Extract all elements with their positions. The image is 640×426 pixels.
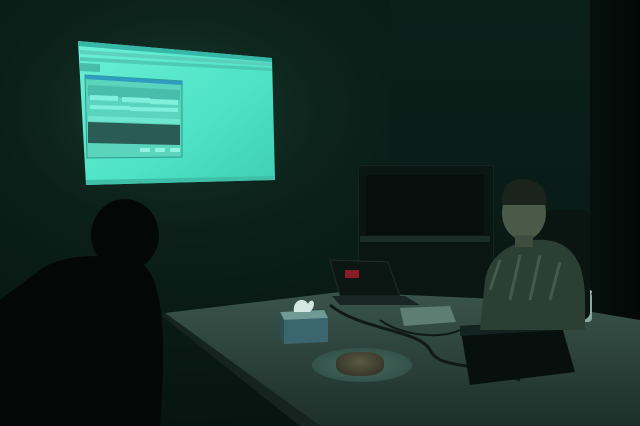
- person-silhouette: [0, 199, 164, 426]
- photo-scene: [0, 0, 640, 426]
